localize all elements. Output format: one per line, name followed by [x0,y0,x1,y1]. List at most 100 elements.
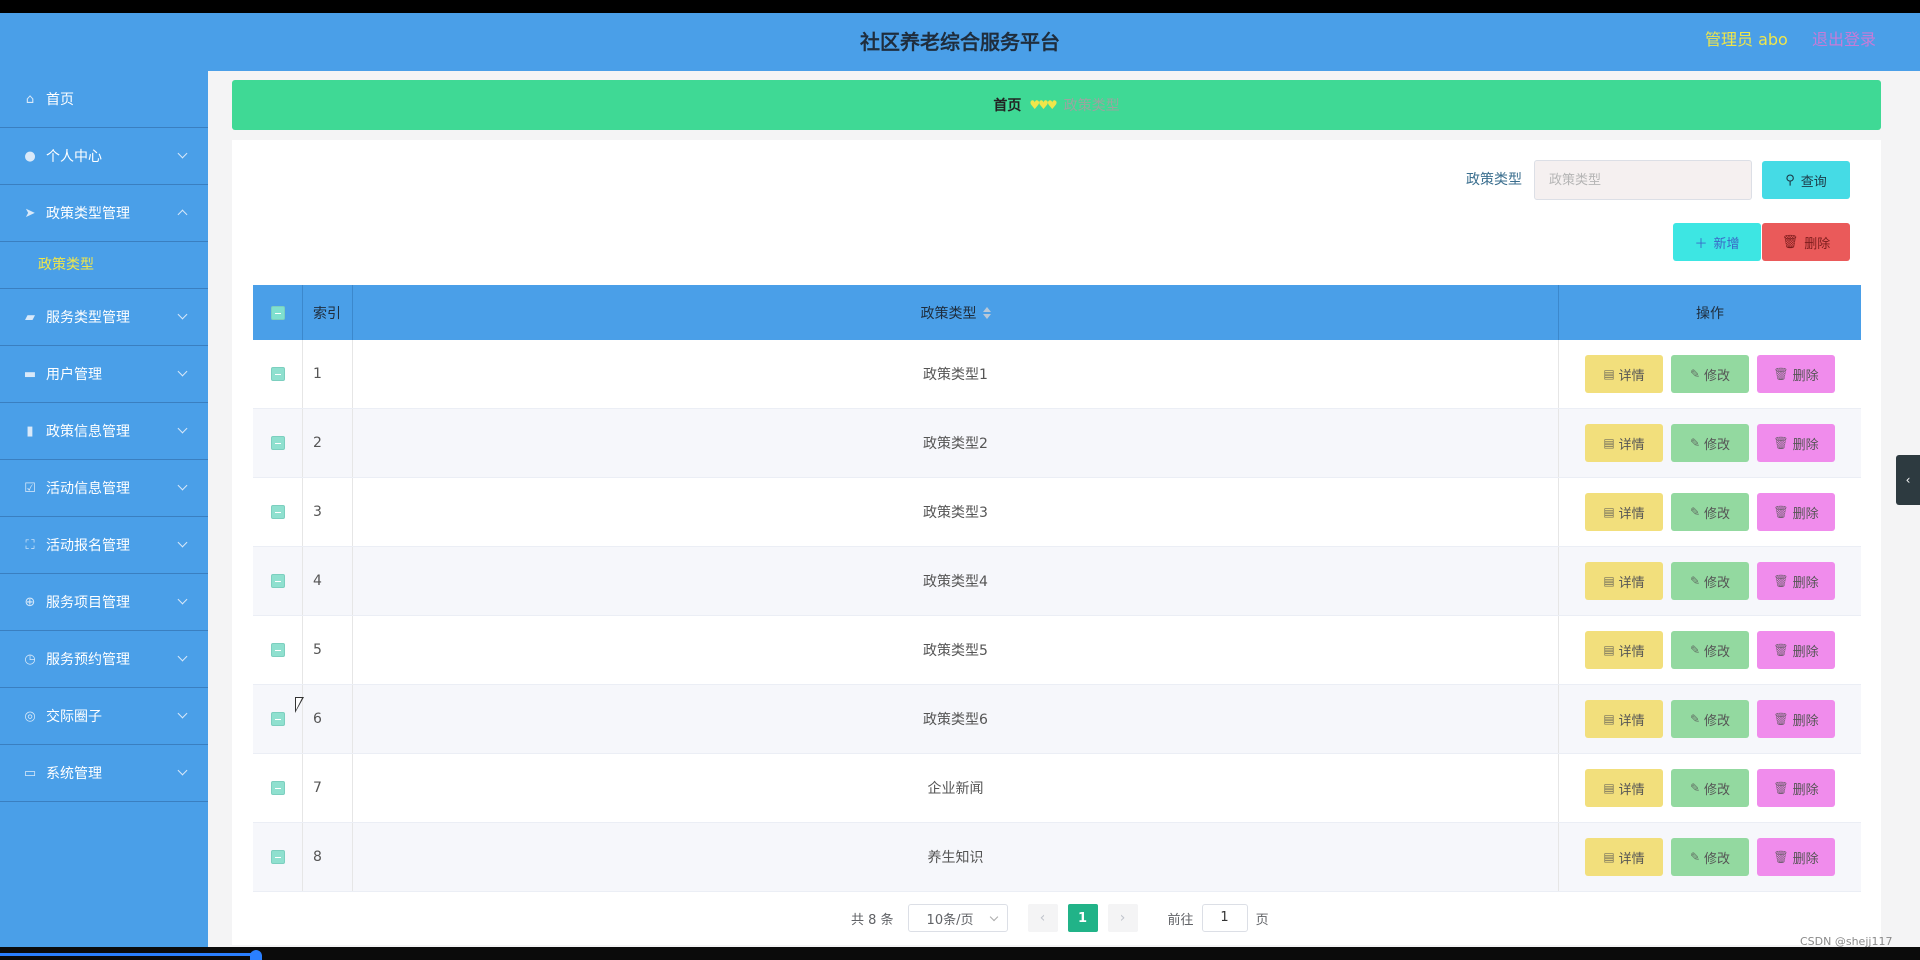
delete-label: 删除 [1792,506,1819,522]
pencil-icon: ✎ [1689,505,1701,519]
edit-button[interactable]: ✎ 修改 [1671,355,1749,393]
clipboard-icon: ▮ [26,423,34,439]
sort-icon[interactable] [982,306,991,319]
detail-button[interactable]: ▤ 详情 [1585,631,1663,669]
edit-button[interactable]: ✎ 修改 [1671,631,1749,669]
row-checkbox-cell [253,754,303,822]
trash-icon: 🗑 [1773,781,1789,795]
delete-button[interactable]: 🗑 删除 [1757,562,1835,600]
sidebar-item-service-type-mgmt[interactable]: ▰ 服务类型管理 [0,289,208,346]
sidebar-item-activity-signup-mgmt[interactable]: ⛶ 活动报名管理 [0,517,208,574]
briefcase-icon: ▰ [25,309,35,325]
row-checkbox[interactable] [270,781,285,795]
chevron-down-icon [177,366,188,377]
page-number-active[interactable]: 1 [1067,904,1098,932]
add-button-label: 新增 [1713,236,1740,252]
user-icon: ● [24,148,36,164]
chevron-down-icon [177,423,188,434]
breadcrumb-home[interactable]: 首页 [993,95,1021,115]
edit-button[interactable]: ✎ 修改 [1671,424,1749,462]
edit-button[interactable]: ✎ 修改 [1671,769,1749,807]
add-button[interactable]: ＋ 新增 [1673,223,1761,261]
next-page-button[interactable]: › [1107,904,1138,932]
chevron-down-icon [177,537,188,548]
row-checkbox[interactable] [270,574,285,588]
row-checkbox[interactable] [270,712,285,726]
row-index: 1 [303,340,353,408]
edit-button[interactable]: ✎ 修改 [1671,700,1749,738]
delete-button[interactable]: 🗑 删除 [1757,631,1835,669]
pencil-icon: ✎ [1689,712,1701,726]
detail-label: 详情 [1618,851,1645,867]
detail-button[interactable]: ▤ 详情 [1585,424,1663,462]
delete-button[interactable]: 🗑 删除 [1757,493,1835,531]
taskbar-indicator [250,950,262,960]
search-input[interactable] [1534,160,1752,200]
row-actions: ▤ 详情 ✎ 修改 🗑 删除 [1559,478,1861,546]
detail-button[interactable]: ▤ 详情 [1585,838,1663,876]
row-checkbox[interactable] [270,505,285,519]
heart-separator-icon: ♥♥♥ [1029,98,1057,112]
edit-button[interactable]: ✎ 修改 [1671,493,1749,531]
row-index: 6 [303,685,353,753]
sidebar-item-home[interactable]: ⌂ 首页 [0,71,208,128]
progress-line [0,953,260,956]
row-checkbox-cell [253,409,303,477]
delete-button[interactable]: 🗑 删除 [1757,838,1835,876]
sidebar-item-label: 交际圈子 [46,709,102,725]
top-header: 社区养老综合服务平台 管理员 abo 退出登录 [0,13,1920,71]
edit-label: 修改 [1704,575,1731,591]
page-size-select[interactable]: 10条/页 [907,904,1008,932]
goto-page-input[interactable]: 1 [1201,904,1248,932]
edit-button[interactable]: ✎ 修改 [1671,838,1749,876]
row-actions: ▤ 详情 ✎ 修改 🗑 删除 [1559,616,1861,684]
row-checkbox-cell [253,685,303,753]
sidebar-item-personal-center[interactable]: ● 个人中心 [0,128,208,185]
chevron-down-icon [177,309,188,320]
select-all-checkbox[interactable] [270,305,285,320]
delete-button[interactable]: 🗑 删除 [1757,355,1835,393]
detail-button[interactable]: ▤ 详情 [1585,700,1663,738]
sidebar-item-activity-info-mgmt[interactable]: ☑ 活动信息管理 [0,460,208,517]
pencil-icon: ✎ [1689,850,1701,864]
row-index: 2 [303,409,353,477]
row-checkbox[interactable] [270,367,285,381]
delete-button[interactable]: 🗑 删除 [1757,769,1835,807]
detail-label: 详情 [1618,368,1645,384]
header-type[interactable]: 政策类型 [353,285,1559,340]
prev-page-button[interactable]: ‹ [1027,904,1058,932]
row-checkbox[interactable] [270,643,285,657]
delete-button[interactable]: 🗑 删除 [1757,700,1835,738]
logout-link[interactable]: 退出登录 [1812,13,1876,67]
edit-button[interactable]: ✎ 修改 [1671,562,1749,600]
sidebar-item-system-mgmt[interactable]: ▭ 系统管理 [0,745,208,802]
delete-button[interactable]: 🗑 删除 [1757,424,1835,462]
detail-button[interactable]: ▤ 详情 [1585,562,1663,600]
trash-icon: 🗑 [1773,436,1789,450]
sidebar-item-social-circle[interactable]: ◎ 交际圈子 [0,688,208,745]
row-checkbox[interactable] [270,850,285,864]
suitcase-icon: ▬ [23,366,37,382]
detail-button[interactable]: ▤ 详情 [1585,493,1663,531]
detail-button[interactable]: ▤ 详情 [1585,769,1663,807]
row-actions: ▤ 详情 ✎ 修改 🗑 删除 [1559,754,1861,822]
batch-delete-button[interactable]: 🗑 删除 [1762,223,1850,261]
sidebar-item-policy-type-mgmt[interactable]: ➤ 政策类型管理 [0,185,208,242]
sidebar-item-service-project-mgmt[interactable]: ⊕ 服务项目管理 [0,574,208,631]
table-body: 1 政策类型1 ▤ 详情 ✎ 修改 🗑 删除 2 政策类型2 ▤ 详情 ✎ 修改 🗑 删除 3 政策类型3 ▤ 详情 ✎… [253,340,1861,892]
aim-icon: ⊕ [24,594,36,610]
sidebar-item-policy-info-mgmt[interactable]: ▮ 政策信息管理 [0,403,208,460]
sidebar-item-label: 系统管理 [46,766,102,782]
fullscreen-icon: ⛶ [25,537,35,553]
search-button[interactable]: ⚲ 查询 [1762,161,1850,199]
row-checkbox[interactable] [270,436,285,450]
detail-button[interactable]: ▤ 详情 [1585,355,1663,393]
goto-suffix: 页 [1255,912,1269,928]
sidebar-item-user-mgmt[interactable]: ▬ 用户管理 [0,346,208,403]
collapse-tab[interactable]: ‹ [1896,455,1920,505]
pagination: 共 8 条 10条/页 ‹ 1 › 前往 1 页 [851,904,1269,932]
sidebar-item-service-booking-mgmt[interactable]: ◷ 服务预约管理 [0,631,208,688]
chevron-down-icon [177,594,188,605]
sidebar-subitem-policy-type[interactable]: 政策类型 [0,242,208,289]
chevron-left-icon: ‹ [1039,910,1046,926]
